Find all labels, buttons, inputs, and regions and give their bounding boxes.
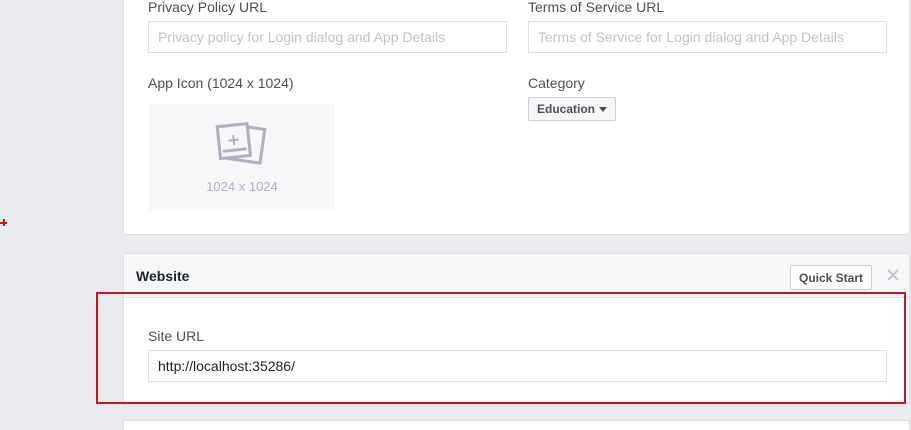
app-icon-label: App Icon (1024 x 1024)	[148, 75, 294, 91]
privacy-policy-label: Privacy Policy URL	[148, 0, 268, 15]
privacy-policy-input[interactable]	[148, 21, 507, 53]
app-icon-size-text: 1024 x 1024	[206, 179, 278, 194]
close-icon[interactable]	[886, 268, 900, 282]
website-card: Website Quick Start Site URL	[123, 253, 910, 403]
app-icon-upload[interactable]: 1024 x 1024	[149, 104, 335, 210]
site-url-label: Site URL	[148, 328, 205, 344]
category-label: Category	[528, 75, 585, 91]
website-card-title: Website	[136, 268, 190, 284]
site-url-input[interactable]	[148, 350, 887, 382]
next-card-edge	[123, 420, 910, 430]
terms-of-service-label: Terms of Service URL	[528, 0, 665, 15]
quick-start-button[interactable]: Quick Start	[790, 265, 873, 290]
image-placeholder-icon	[215, 121, 267, 165]
terms-of-service-input[interactable]	[528, 21, 887, 53]
basic-settings-card: Privacy Policy URL Terms of Service URL …	[123, 0, 910, 235]
category-dropdown[interactable]: Education	[528, 97, 617, 121]
website-card-header: Website Quick Start	[124, 254, 909, 298]
category-value: Education	[537, 102, 596, 116]
caret-down-icon	[599, 106, 608, 112]
left-plus-marker-icon	[0, 213, 8, 233]
